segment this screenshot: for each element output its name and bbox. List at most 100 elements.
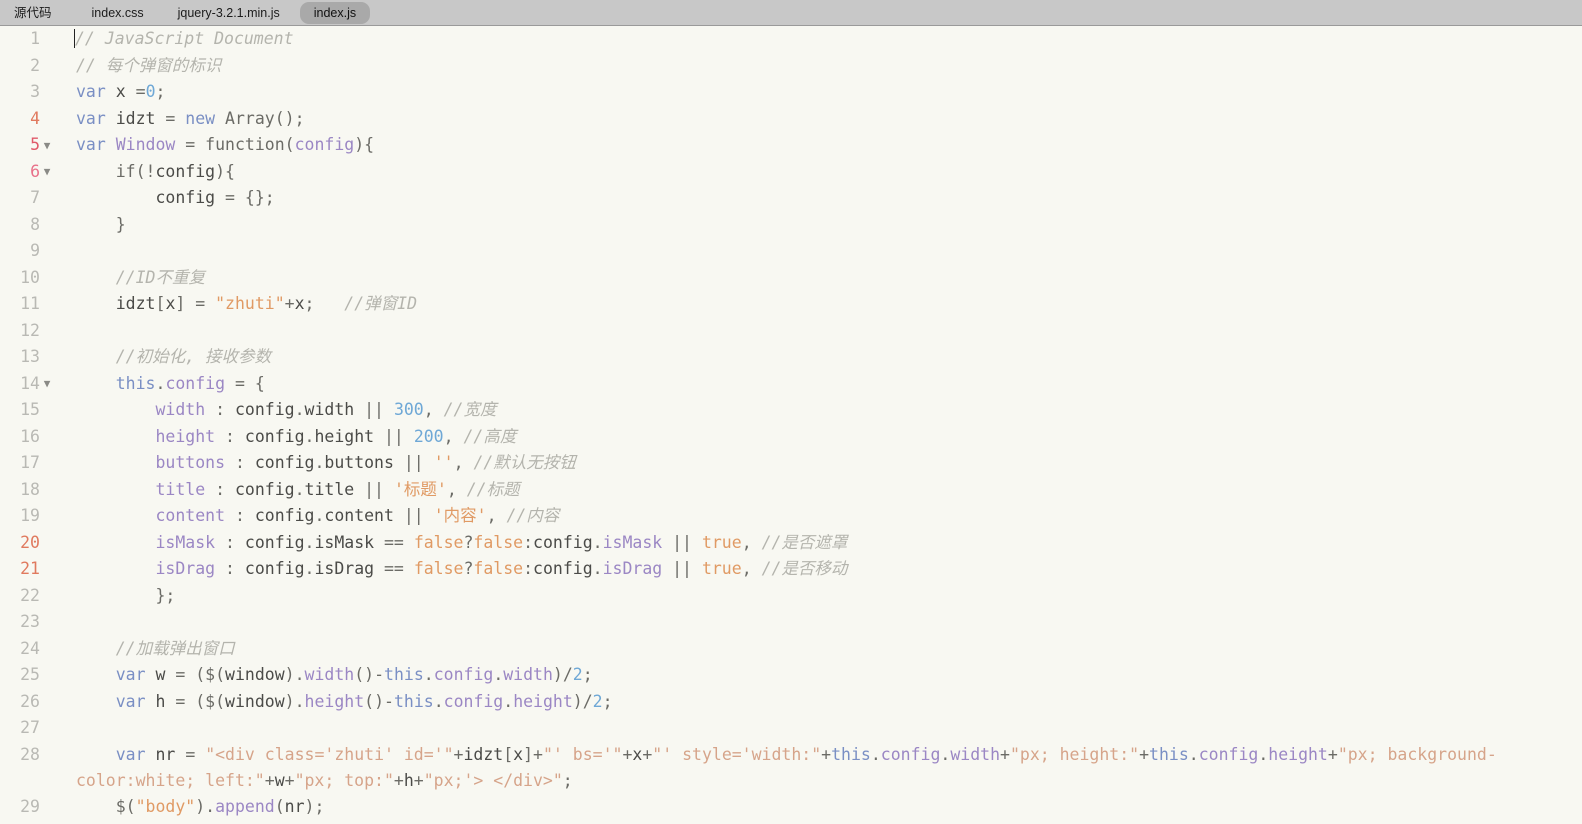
line-number: 8▼ [0, 212, 58, 239]
code-line-content[interactable]: $("body").append(nr); [58, 794, 1582, 820]
code-line[interactable]: 21▼ isDrag : config.isDrag == false?fals… [0, 556, 1582, 583]
code-line[interactable]: 10▼ //ID不重复 [0, 265, 1582, 292]
code-line[interactable]: 25▼ var w = ($(window).width()-this.conf… [0, 662, 1582, 689]
editor-tab-source-label[interactable]: 源代码 [6, 2, 72, 24]
code-token: ). [284, 691, 305, 711]
code-line-content[interactable] [58, 609, 1582, 635]
code-token: ){ [215, 161, 235, 181]
code-line[interactable]: 9▼ [0, 238, 1582, 265]
code-line-content[interactable]: var Window = function(config){ [58, 132, 1582, 158]
code-line-content[interactable]: content : config.content || '内容', //内容 [58, 503, 1582, 529]
code-token: . [155, 373, 166, 393]
code-line-content[interactable]: height : config.height || 200, //高度 [58, 424, 1582, 450]
code-token: width [155, 400, 206, 419]
code-line[interactable]: 6 ▼ if(!config){ [0, 159, 1582, 186]
line-number: 26▼ [0, 689, 58, 716]
code-line[interactable]: 29▼ $("body").append(nr); [0, 794, 1582, 821]
code-line-content[interactable]: //ID不重复 [58, 265, 1582, 291]
line-number: 17▼ [0, 450, 58, 477]
code-line[interactable]: 13▼ //初始化, 接收参数 [0, 344, 1582, 371]
code-line[interactable]: 28▼ var nr = "<div class='zhuti' id='"+i… [0, 742, 1582, 794]
code-line-content[interactable]: // 每个弹窗的标识 [58, 53, 1582, 79]
code-line[interactable]: 4▼var idzt = new Array(); [0, 106, 1582, 133]
code-token: config [244, 559, 305, 578]
code-line-content[interactable]: var nr = "<div class='zhuti' id='"+idzt[… [58, 742, 1582, 794]
code-line[interactable]: 18▼ title : config.title || '标题', //标题 [0, 477, 1582, 504]
code-token: + [821, 744, 832, 764]
code-line[interactable]: 16▼ height : config.height || 200, //高度 [0, 424, 1582, 451]
editor-tab-index-css[interactable]: index.css [78, 2, 158, 24]
code-line[interactable]: 5 ▼ var Window = function(config){ [0, 132, 1582, 159]
code-token: false [413, 559, 464, 578]
code-line-content[interactable]: } [58, 212, 1582, 238]
code-token: ( [274, 796, 285, 816]
code-line[interactable]: 8▼ } [0, 212, 1582, 239]
code-token: //宽度 [443, 400, 497, 419]
code-line-content[interactable]: }; [58, 583, 1582, 609]
code-token: height [155, 426, 216, 446]
code-token: (); [274, 108, 305, 128]
line-number: 25▼ [0, 662, 58, 689]
code-line[interactable]: 27▼ [0, 715, 1582, 742]
code-line-content[interactable]: // JavaScript Document [58, 26, 1582, 52]
code-line-content[interactable] [58, 238, 1582, 264]
fold-triangle-icon[interactable]: ▼ [40, 133, 54, 159]
code-line[interactable]: 23▼ [0, 609, 1582, 636]
code-line[interactable]: 26▼ var h = ($(window).height()-this.con… [0, 689, 1582, 716]
code-line-content[interactable] [58, 820, 1582, 824]
code-line[interactable]: 19▼ content : config.content || '内容', //… [0, 503, 1582, 530]
code-token: ). [195, 796, 216, 816]
code-line-content[interactable]: isMask : config.isMask == false?false:co… [58, 530, 1582, 556]
code-line-content[interactable]: //加载弹出窗口 [58, 636, 1582, 662]
code-line-content[interactable] [58, 318, 1582, 344]
code-token: : [523, 532, 534, 552]
code-line[interactable]: 24▼ //加载弹出窗口 [0, 636, 1582, 663]
code-token: config [294, 135, 355, 154]
code-line[interactable]: 2▼ // 每个弹窗的标识 [0, 53, 1582, 80]
editor-tab-jquery-3-2-1-min-js[interactable]: jquery-3.2.1.min.js [164, 2, 294, 24]
code-line[interactable]: 7▼ config = {}; [0, 185, 1582, 212]
code-line-content[interactable]: width : config.width || 300, //宽度 [58, 397, 1582, 423]
code-line-content[interactable]: var x =0; [58, 79, 1582, 105]
code-line[interactable]: 14 ▼ this.config = { [0, 371, 1582, 398]
code-line[interactable]: 17▼ buttons : config.buttons || '', //默认… [0, 450, 1582, 477]
code-line-content[interactable]: config = {}; [58, 185, 1582, 211]
code-line-content[interactable]: var idzt = new Array(); [58, 106, 1582, 132]
code-line[interactable]: 22▼ }; [0, 583, 1582, 610]
code-line-content[interactable] [58, 715, 1582, 741]
code-token: w [155, 665, 176, 684]
code-line-content[interactable]: buttons : config.buttons || '', //默认无按钮 [58, 450, 1582, 476]
code-token: height [304, 691, 365, 711]
code-line[interactable]: 3▼var x =0; [0, 79, 1582, 106]
code-token: h [155, 691, 176, 711]
code-token: . [592, 532, 603, 552]
code-line-content[interactable]: //初始化, 接收参数 [58, 344, 1582, 370]
code-line[interactable]: 12▼ [0, 318, 1582, 345]
code-token: this [393, 691, 434, 711]
editor-tab-index-js[interactable]: index.js [299, 1, 371, 24]
code-line-content[interactable]: var w = ($(window).width()-this.config.w… [58, 662, 1582, 688]
code-token: //默认无按钮 [473, 453, 576, 472]
line-number: 1▼ [0, 26, 58, 53]
code-editor[interactable]: 1▼// JavaScript Document2▼// 每个弹窗的标识3▼va… [0, 26, 1582, 824]
fold-triangle-icon[interactable]: ▼ [40, 371, 54, 397]
code-line[interactable]: 20▼ isMask : config.isMask == false?fals… [0, 530, 1582, 557]
code-token: } [76, 214, 126, 234]
code-line-content[interactable]: this.config = { [58, 371, 1582, 397]
code-token: //内容 [506, 506, 560, 525]
code-line-content[interactable]: title : config.title || '标题', //标题 [58, 477, 1582, 503]
line-number-text: 14 [20, 373, 40, 393]
code-line-content[interactable]: var h = ($(window).height()-this.config.… [58, 689, 1582, 715]
code-line-content[interactable]: idzt[x] = "zhuti"+x; //弹窗ID [58, 291, 1582, 317]
line-number: 4▼ [0, 106, 58, 133]
code-line[interactable]: 11▼ idzt[x] = "zhuti"+x; //弹窗ID [0, 291, 1582, 318]
code-line[interactable]: 1▼ // JavaScript Document [0, 26, 1582, 53]
code-line-content[interactable]: if(!config){ [58, 159, 1582, 185]
code-line-content[interactable]: isDrag : config.isDrag == false?false:co… [58, 556, 1582, 582]
fold-triangle-icon[interactable]: ▼ [40, 159, 54, 185]
code-line[interactable]: 15▼ width : config.width || 300, //宽度 [0, 397, 1582, 424]
code-line[interactable]: 30▼ [0, 820, 1582, 824]
code-token: "px;'> </div>" [423, 770, 563, 790]
